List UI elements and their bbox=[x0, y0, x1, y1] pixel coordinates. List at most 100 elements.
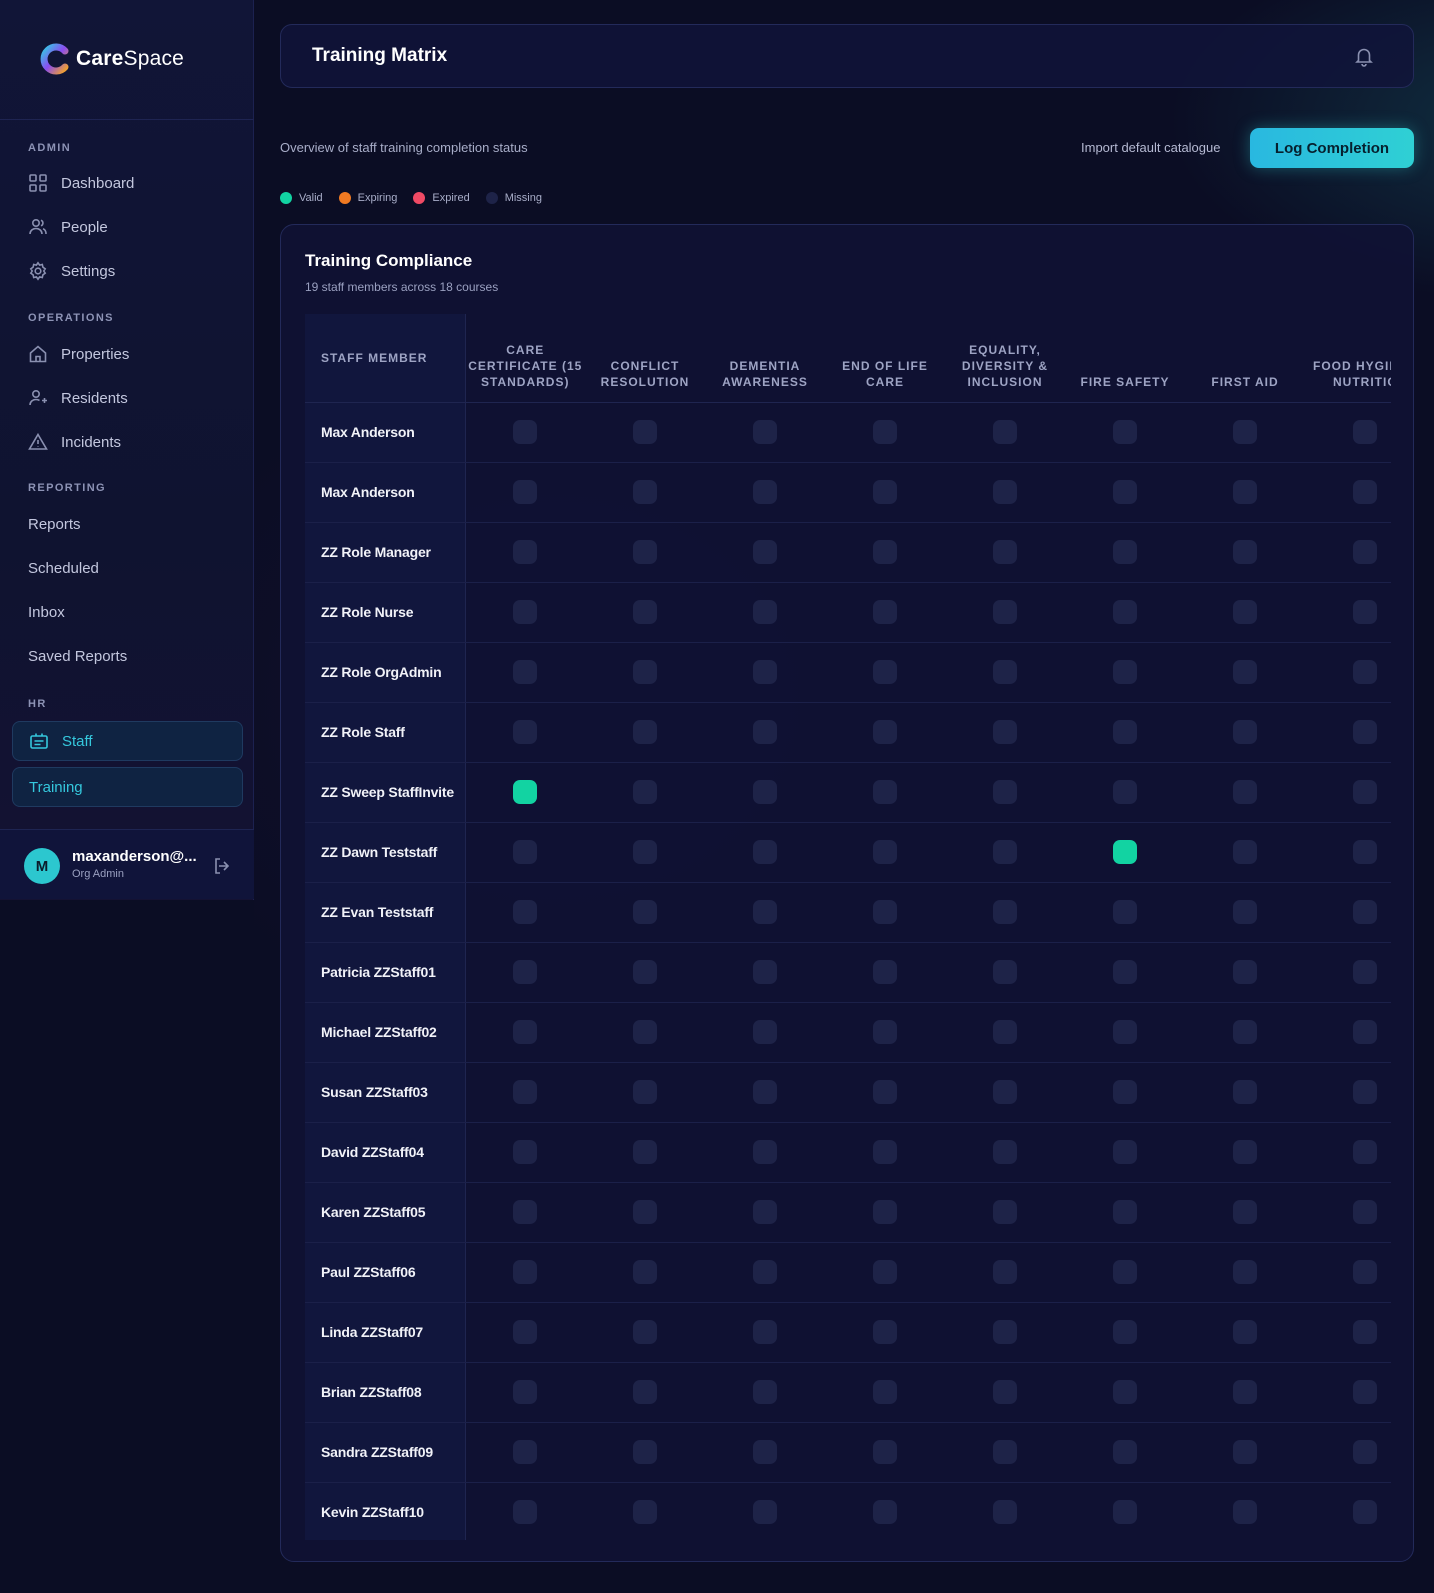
status-chip-missing[interactable] bbox=[873, 1500, 897, 1524]
staff-name[interactable]: Michael ZZStaff02 bbox=[305, 1002, 466, 1063]
status-chip-missing[interactable] bbox=[1233, 1200, 1257, 1224]
status-chip-missing[interactable] bbox=[1233, 1260, 1257, 1284]
sidebar-item-settings[interactable]: Settings bbox=[28, 258, 115, 284]
status-chip-missing[interactable] bbox=[513, 960, 538, 984]
status-chip-missing[interactable] bbox=[873, 900, 897, 924]
status-chip-missing[interactable] bbox=[1353, 600, 1377, 624]
status-chip-missing[interactable] bbox=[873, 600, 897, 624]
status-chip-missing[interactable] bbox=[1113, 1020, 1137, 1044]
status-chip-missing[interactable] bbox=[633, 1380, 657, 1404]
status-chip-missing[interactable] bbox=[1353, 1440, 1377, 1464]
staff-name[interactable]: ZZ Role Staff bbox=[305, 702, 466, 763]
sidebar-item-residents[interactable]: Residents bbox=[28, 385, 128, 411]
status-chip-missing[interactable] bbox=[1353, 540, 1377, 564]
status-chip-missing[interactable] bbox=[993, 540, 1017, 564]
staff-name[interactable]: David ZZStaff04 bbox=[305, 1122, 466, 1183]
status-chip-missing[interactable] bbox=[1233, 420, 1257, 444]
status-chip-missing[interactable] bbox=[633, 540, 657, 564]
sidebar-item-dashboard[interactable]: Dashboard bbox=[28, 170, 134, 196]
status-chip-missing[interactable] bbox=[993, 900, 1017, 924]
status-chip-missing[interactable] bbox=[513, 720, 538, 744]
status-chip-missing[interactable] bbox=[513, 1080, 538, 1104]
status-chip-missing[interactable] bbox=[873, 1140, 897, 1164]
status-chip-missing[interactable] bbox=[753, 1260, 777, 1284]
status-chip-missing[interactable] bbox=[633, 1080, 657, 1104]
status-chip-missing[interactable] bbox=[753, 1440, 777, 1464]
status-chip-missing[interactable] bbox=[633, 600, 657, 624]
staff-name[interactable]: Max Anderson bbox=[305, 462, 466, 523]
status-chip-missing[interactable] bbox=[513, 1380, 538, 1404]
status-chip-missing[interactable] bbox=[993, 660, 1017, 684]
status-chip-missing[interactable] bbox=[873, 1260, 897, 1284]
status-chip-missing[interactable] bbox=[873, 960, 897, 984]
bell-icon[interactable] bbox=[1353, 45, 1375, 67]
status-chip-missing[interactable] bbox=[993, 840, 1017, 864]
status-chip-missing[interactable] bbox=[633, 1140, 657, 1164]
status-chip-missing[interactable] bbox=[1113, 480, 1137, 504]
status-chip-missing[interactable] bbox=[633, 1500, 657, 1524]
staff-name[interactable]: Paul ZZStaff06 bbox=[305, 1242, 466, 1303]
status-chip-missing[interactable] bbox=[513, 1500, 538, 1524]
status-chip-missing[interactable] bbox=[1353, 660, 1377, 684]
status-chip-missing[interactable] bbox=[1233, 960, 1257, 984]
status-chip-missing[interactable] bbox=[633, 660, 657, 684]
status-chip-missing[interactable] bbox=[513, 1200, 538, 1224]
status-chip-missing[interactable] bbox=[753, 1320, 777, 1344]
status-chip-missing[interactable] bbox=[753, 420, 777, 444]
status-chip-missing[interactable] bbox=[1113, 1260, 1137, 1284]
logout-icon[interactable] bbox=[212, 856, 232, 876]
staff-name[interactable]: Kevin ZZStaff10 bbox=[305, 1482, 466, 1540]
status-chip-missing[interactable] bbox=[1233, 1500, 1257, 1524]
status-chip-missing[interactable] bbox=[753, 1140, 777, 1164]
status-chip-missing[interactable] bbox=[873, 840, 897, 864]
log-completion-button[interactable]: Log Completion bbox=[1250, 128, 1414, 168]
status-chip-missing[interactable] bbox=[1113, 420, 1137, 444]
status-chip-missing[interactable] bbox=[513, 540, 538, 564]
status-chip-missing[interactable] bbox=[513, 1140, 538, 1164]
staff-name[interactable]: Karen ZZStaff05 bbox=[305, 1182, 466, 1243]
status-chip-missing[interactable] bbox=[1233, 840, 1257, 864]
status-chip-missing[interactable] bbox=[753, 720, 777, 744]
status-chip-missing[interactable] bbox=[993, 1380, 1017, 1404]
import-catalogue-link[interactable]: Import default catalogue bbox=[1081, 140, 1220, 155]
staff-name[interactable]: Sandra ZZStaff09 bbox=[305, 1422, 466, 1483]
status-chip-missing[interactable] bbox=[753, 1080, 777, 1104]
status-chip-missing[interactable] bbox=[1113, 660, 1137, 684]
status-chip-missing[interactable] bbox=[873, 660, 897, 684]
status-chip-valid[interactable] bbox=[1113, 840, 1137, 864]
status-chip-missing[interactable] bbox=[1113, 600, 1137, 624]
status-chip-missing[interactable] bbox=[873, 1320, 897, 1344]
app-logo[interactable]: CareSpace bbox=[38, 42, 184, 76]
status-chip-valid[interactable] bbox=[513, 780, 538, 804]
status-chip-missing[interactable] bbox=[1233, 600, 1257, 624]
status-chip-missing[interactable] bbox=[753, 480, 777, 504]
status-chip-missing[interactable] bbox=[753, 660, 777, 684]
staff-name[interactable]: Linda ZZStaff07 bbox=[305, 1302, 466, 1363]
status-chip-missing[interactable] bbox=[513, 1020, 538, 1044]
status-chip-missing[interactable] bbox=[993, 1320, 1017, 1344]
status-chip-missing[interactable] bbox=[513, 600, 538, 624]
status-chip-missing[interactable] bbox=[1113, 900, 1137, 924]
status-chip-missing[interactable] bbox=[1353, 780, 1377, 804]
status-chip-missing[interactable] bbox=[1353, 1380, 1377, 1404]
status-chip-missing[interactable] bbox=[873, 480, 897, 504]
status-chip-missing[interactable] bbox=[993, 420, 1017, 444]
status-chip-missing[interactable] bbox=[633, 1260, 657, 1284]
status-chip-missing[interactable] bbox=[633, 960, 657, 984]
status-chip-missing[interactable] bbox=[753, 960, 777, 984]
status-chip-missing[interactable] bbox=[753, 600, 777, 624]
sidebar-item-scheduled[interactable]: Scheduled bbox=[28, 555, 99, 581]
status-chip-missing[interactable] bbox=[1113, 960, 1137, 984]
status-chip-missing[interactable] bbox=[1233, 900, 1257, 924]
status-chip-missing[interactable] bbox=[993, 960, 1017, 984]
status-chip-missing[interactable] bbox=[753, 540, 777, 564]
status-chip-missing[interactable] bbox=[1113, 1140, 1137, 1164]
status-chip-missing[interactable] bbox=[1113, 1200, 1137, 1224]
status-chip-missing[interactable] bbox=[513, 420, 538, 444]
status-chip-missing[interactable] bbox=[873, 1200, 897, 1224]
status-chip-missing[interactable] bbox=[993, 480, 1017, 504]
status-chip-missing[interactable] bbox=[633, 840, 657, 864]
status-chip-missing[interactable] bbox=[873, 780, 897, 804]
status-chip-missing[interactable] bbox=[1233, 1440, 1257, 1464]
avatar[interactable]: M bbox=[24, 848, 60, 884]
